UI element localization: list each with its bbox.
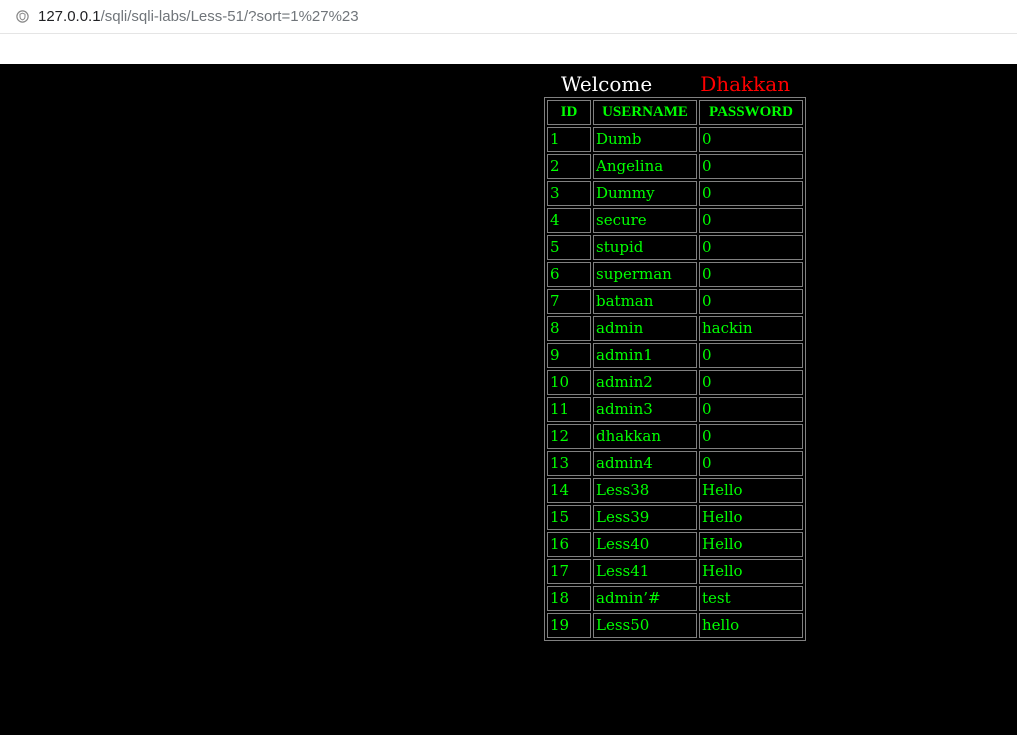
cell-id: 19: [547, 613, 591, 638]
welcome-username: Dhakkan: [700, 72, 791, 96]
cell-password: Hello: [699, 505, 803, 530]
url-text[interactable]: 127.0.0.1/sqli/sqli-labs/Less-51/?sort=1…: [38, 8, 359, 25]
cell-id: 5: [547, 235, 591, 260]
table-row: 16 Less40 Hello: [547, 532, 803, 557]
url-path: /sqli/sqli-labs/Less-51/?sort=1%27%23: [100, 8, 359, 25]
table-row: 6 superman 0: [547, 262, 803, 287]
table-row: 19 Less50 hello: [547, 613, 803, 638]
cell-id: 4: [547, 208, 591, 233]
cell-username: Dummy: [593, 181, 697, 206]
cell-username: Dumb: [593, 127, 697, 152]
cell-id: 18: [547, 586, 591, 611]
table-row: 15 Less39 Hello: [547, 505, 803, 530]
cell-id: 17: [547, 559, 591, 584]
toolbar-spacer: [0, 34, 1017, 64]
shield-icon[interactable]: [16, 10, 29, 23]
cell-username: Less39: [593, 505, 697, 530]
cell-username: dhakkan: [593, 424, 697, 449]
table-row: 4 secure 0: [547, 208, 803, 233]
welcome-message: Welcome Dhakkan: [561, 72, 790, 96]
cell-username: Angelina: [593, 154, 697, 179]
cell-username: Less40: [593, 532, 697, 557]
cell-password: 0: [699, 451, 803, 476]
cell-password: 0: [699, 208, 803, 233]
cell-username: stupid: [593, 235, 697, 260]
cell-id: 9: [547, 343, 591, 368]
page-content: [0, 64, 1017, 735]
cell-password: 0: [699, 289, 803, 314]
table-row: 2 Angelina 0: [547, 154, 803, 179]
cell-password: Hello: [699, 559, 803, 584]
welcome-label: Welcome: [561, 72, 653, 96]
cell-username: admin1: [593, 343, 697, 368]
cell-password: 0: [699, 127, 803, 152]
cell-password: 0: [699, 154, 803, 179]
cell-username: admin: [593, 316, 697, 341]
table-row: 1 Dumb 0: [547, 127, 803, 152]
table-row: 3 Dummy 0: [547, 181, 803, 206]
table-row: 17 Less41 Hello: [547, 559, 803, 584]
cell-username: admin3: [593, 397, 697, 422]
cell-password: 0: [699, 262, 803, 287]
cell-password: Hello: [699, 478, 803, 503]
cell-password: 0: [699, 424, 803, 449]
cell-username: Less38: [593, 478, 697, 503]
table-row: 18 admin’# test: [547, 586, 803, 611]
table-row: 10 admin2 0: [547, 370, 803, 395]
cell-password: 0: [699, 343, 803, 368]
users-table: ID USERNAME PASSWORD 1 Dumb 0 2 Angelina 0 3 Du…: [544, 97, 806, 641]
table-row: 13 admin4 0: [547, 451, 803, 476]
cell-username: Less50: [593, 613, 697, 638]
table-row: 8 admin hackin: [547, 316, 803, 341]
url-host: 127.0.0.1: [38, 8, 101, 25]
cell-id: 1: [547, 127, 591, 152]
cell-id: 6: [547, 262, 591, 287]
cell-password: 0: [699, 181, 803, 206]
table-row: 12 dhakkan 0: [547, 424, 803, 449]
cell-password: hackin: [699, 316, 803, 341]
cell-id: 7: [547, 289, 591, 314]
table-header-row: ID USERNAME PASSWORD: [547, 100, 803, 125]
cell-password: 0: [699, 370, 803, 395]
cell-id: 12: [547, 424, 591, 449]
cell-username: batman: [593, 289, 697, 314]
cell-password: Hello: [699, 532, 803, 557]
cell-username: Less41: [593, 559, 697, 584]
cell-password: 0: [699, 235, 803, 260]
table-row: 14 Less38 Hello: [547, 478, 803, 503]
header-username: USERNAME: [593, 100, 697, 125]
cell-id: 13: [547, 451, 591, 476]
cell-id: 10: [547, 370, 591, 395]
table-row: 7 batman 0: [547, 289, 803, 314]
cell-username: admin4: [593, 451, 697, 476]
cell-id: 16: [547, 532, 591, 557]
cell-id: 15: [547, 505, 591, 530]
table-row: 5 stupid 0: [547, 235, 803, 260]
header-password: PASSWORD: [699, 100, 803, 125]
cell-id: 8: [547, 316, 591, 341]
cell-password: 0: [699, 397, 803, 422]
header-id: ID: [547, 100, 591, 125]
cell-id: 2: [547, 154, 591, 179]
cell-id: 11: [547, 397, 591, 422]
cell-username: secure: [593, 208, 697, 233]
cell-id: 14: [547, 478, 591, 503]
cell-password: test: [699, 586, 803, 611]
table-body: 1 Dumb 0 2 Angelina 0 3 Dummy 0 4 secure 0 5 stupid 0 6…: [547, 127, 803, 638]
table-row: 11 admin3 0: [547, 397, 803, 422]
cell-username: admin’#: [593, 586, 697, 611]
table-row: 9 admin1 0: [547, 343, 803, 368]
cell-username: admin2: [593, 370, 697, 395]
cell-username: superman: [593, 262, 697, 287]
cell-password: hello: [699, 613, 803, 638]
cell-id: 3: [547, 181, 591, 206]
address-bar[interactable]: 127.0.0.1/sqli/sqli-labs/Less-51/?sort=1…: [0, 0, 1017, 34]
